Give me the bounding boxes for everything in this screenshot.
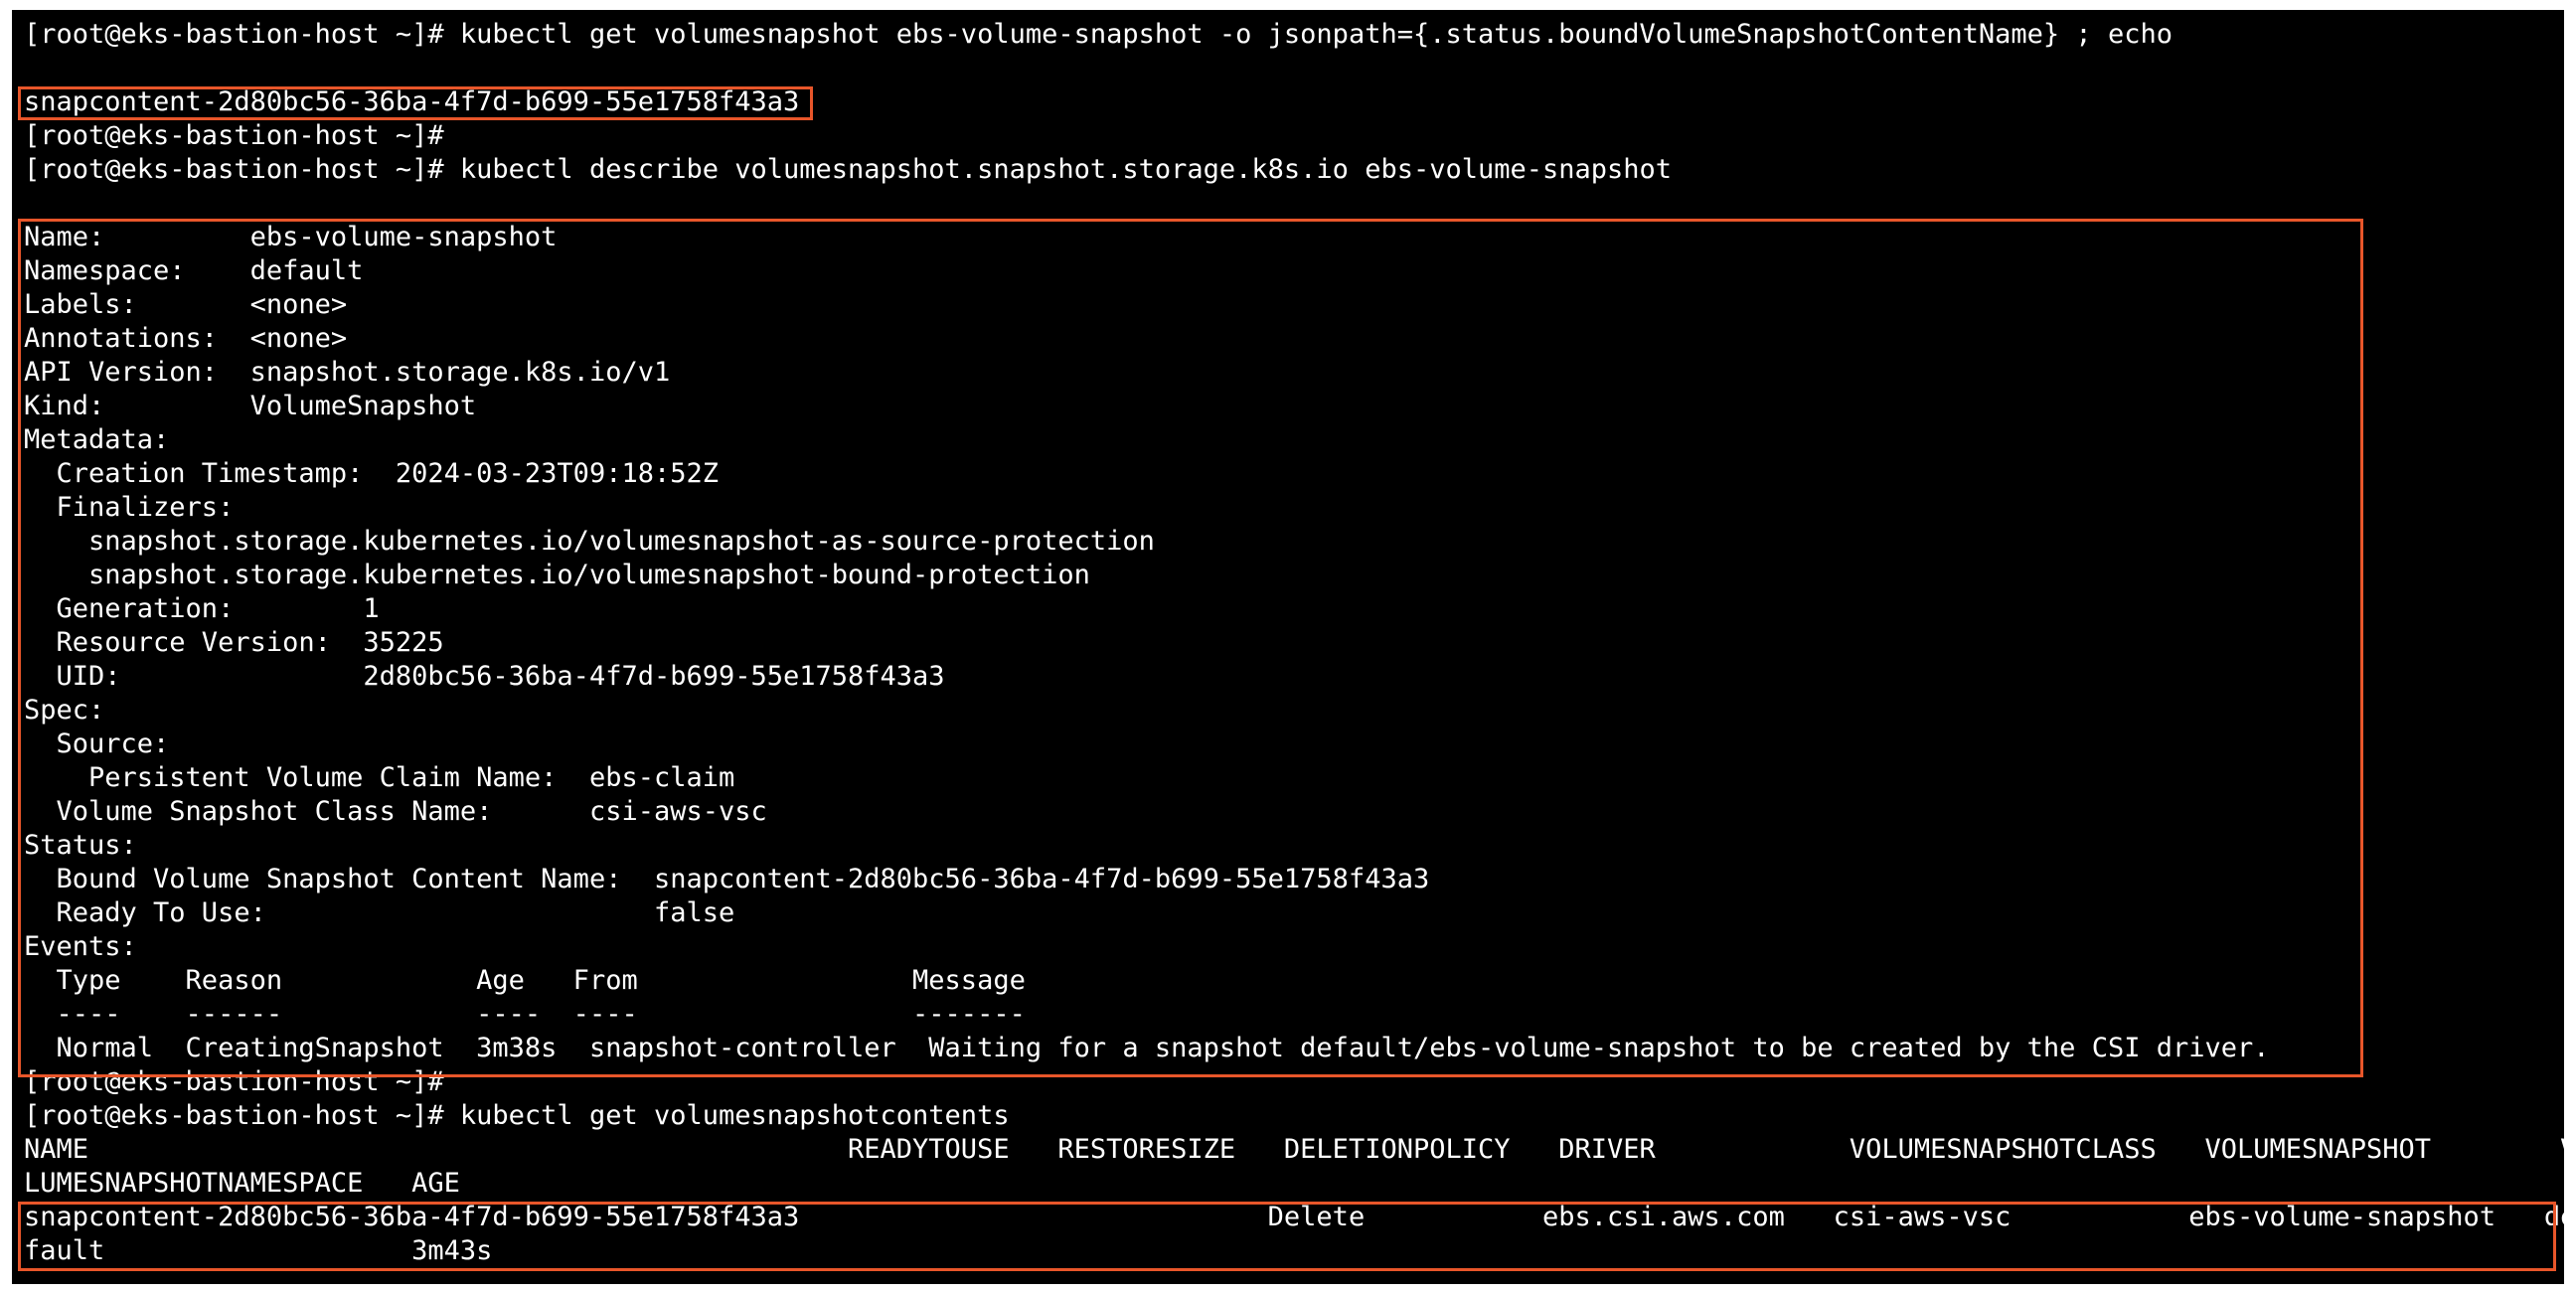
events-separator: ---- ------ ---- ---- -------: [24, 999, 1026, 1030]
terminal-window[interactable]: [root@eks-bastion-host ~]# kubectl get v…: [12, 10, 2564, 1284]
events-header: Type Reason Age From Message: [24, 965, 1026, 996]
describe-snapshot-class: Volume Snapshot Class Name: csi-aws-vsc: [24, 796, 767, 827]
describe-annotations: Annotations: <none>: [24, 323, 348, 354]
describe-events: Events:: [24, 931, 137, 962]
command-line-get-contents: [root@eks-bastion-host ~]# kubectl get v…: [24, 1100, 1010, 1131]
describe-spec: Spec:: [24, 695, 105, 726]
describe-status: Status:: [24, 830, 137, 861]
command-line-describe: [root@eks-bastion-host ~]# kubectl descr…: [24, 154, 1673, 185]
prompt-line: [root@eks-bastion-host ~]#: [24, 1066, 444, 1097]
events-row: Normal CreatingSnapshot 3m38s snapshot-c…: [24, 1033, 2270, 1063]
describe-finalizer-item: snapshot.storage.kubernetes.io/volumesna…: [24, 526, 1155, 557]
contents-table-row: snapcontent-2d80bc56-36ba-4f7d-b699-55e1…: [24, 1202, 2564, 1232]
describe-finalizer-item: snapshot.storage.kubernetes.io/volumesna…: [24, 560, 1090, 590]
prompt-line: [root@eks-bastion-host ~]#: [24, 120, 444, 151]
describe-resource-version: Resource Version: 35225: [24, 627, 444, 658]
describe-pvc-name: Persistent Volume Claim Name: ebs-claim: [24, 762, 735, 793]
describe-finalizers: Finalizers:: [24, 492, 235, 523]
output-snapcontent-name: snapcontent-2d80bc56-36ba-4f7d-b699-55e1…: [24, 86, 800, 117]
describe-ready-to-use: Ready To Use: false: [24, 897, 735, 928]
describe-uid: UID: 2d80bc56-36ba-4f7d-b699-55e1758f43a…: [24, 661, 945, 692]
describe-namespace: Namespace: default: [24, 255, 364, 286]
describe-creation-timestamp: Creation Timestamp: 2024-03-23T09:18:52Z: [24, 458, 719, 489]
describe-labels: Labels: <none>: [24, 289, 348, 320]
command-line-get-jsonpath: [root@eks-bastion-host ~]# kubectl get v…: [24, 19, 2173, 50]
describe-bound-content-name: Bound Volume Snapshot Content Name: snap…: [24, 864, 1430, 894]
describe-kind: Kind: VolumeSnapshot: [24, 391, 477, 421]
describe-source: Source:: [24, 728, 170, 759]
describe-generation: Generation: 1: [24, 593, 380, 624]
contents-table-header-wrap: LUMESNAPSHOTNAMESPACE AGE: [24, 1168, 460, 1199]
describe-api-version: API Version: snapshot.storage.k8s.io/v1: [24, 357, 671, 388]
contents-table-header: NAME READYTOUSE RESTORESIZE DELETIONPOLI…: [24, 1134, 2564, 1165]
describe-metadata: Metadata:: [24, 424, 170, 455]
describe-name: Name: ebs-volume-snapshot: [24, 222, 558, 252]
contents-table-row-wrap: fault 3m43s: [24, 1235, 493, 1266]
